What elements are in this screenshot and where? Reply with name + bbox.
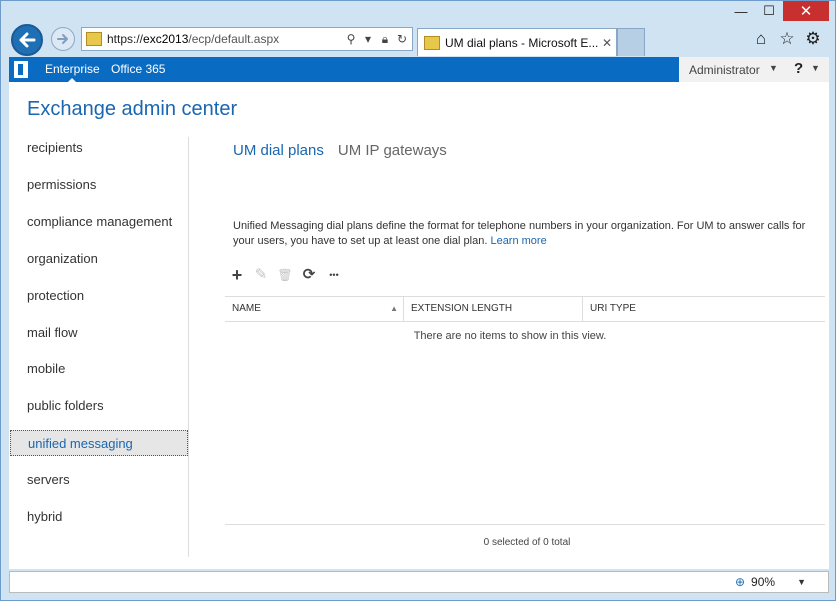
sidebar-item-permissions[interactable]: permissions	[9, 172, 189, 198]
tab-um-ip-gateways[interactable]: UM IP gateways	[338, 142, 447, 159]
sidebar-item-mobile[interactable]: mobile	[9, 356, 189, 382]
dial-plans-grid: NAME ▲ EXTENSION LENGTH URI TYPE There a…	[225, 296, 825, 342]
zoom-icon: ⊕	[734, 575, 746, 589]
close-window-button[interactable]: ✕	[783, 1, 829, 21]
user-menu[interactable]: Administrator	[689, 63, 760, 77]
browser-window: — ☐ ✕ https://exc2013/ecp/default.aspx ⚲…	[0, 0, 836, 601]
forward-arrow-icon	[57, 34, 68, 44]
more-icon[interactable]: •••	[325, 267, 343, 283]
page-title: Exchange admin center	[27, 98, 238, 120]
address-bar[interactable]: https://exc2013/ecp/default.aspx ⚲ ▾ 🔒︎ …	[81, 27, 413, 51]
home-icon[interactable]: ⌂	[751, 29, 771, 49]
grid-toolbar: + ✎ 🗑 ⟳ •••	[229, 266, 343, 284]
sort-ascending-icon: ▲	[390, 304, 398, 313]
sidebar-item-servers[interactable]: servers	[9, 467, 189, 493]
column-header-uri-type[interactable]: URI TYPE	[583, 297, 823, 321]
zoom-control[interactable]: ⊕ 90% ▼	[735, 575, 806, 589]
browser-nav-row: https://exc2013/ecp/default.aspx ⚲ ▾ 🔒︎ …	[1, 21, 836, 57]
url-text[interactable]: https://exc2013/ecp/default.aspx	[107, 32, 344, 46]
sidebar-item-mail-flow[interactable]: mail flow	[9, 320, 189, 346]
maximize-button[interactable]: ☐	[755, 1, 783, 21]
search-icon[interactable]: ⚲	[344, 32, 358, 46]
grid-header: NAME ▲ EXTENSION LENGTH URI TYPE	[225, 296, 825, 322]
forward-button[interactable]	[51, 27, 75, 51]
sidebar-item-public-folders[interactable]: public folders	[9, 393, 189, 419]
new-tab-button[interactable]	[617, 28, 645, 56]
add-icon[interactable]: +	[229, 266, 245, 284]
sidebar-item-recipients[interactable]: recipients	[9, 135, 189, 161]
refresh-page-icon[interactable]: ↻	[395, 32, 409, 46]
window-controls: — ☐ ✕	[727, 1, 829, 21]
back-button[interactable]	[11, 24, 43, 56]
description: Unified Messaging dial plans define the …	[233, 220, 806, 247]
tab-um-dial-plans[interactable]: UM dial plans	[233, 142, 324, 159]
selection-count: 0 selected of 0 total	[483, 537, 571, 548]
tab-favicon-icon	[424, 35, 440, 50]
column-header-extension-length[interactable]: EXTENSION LENGTH	[404, 297, 583, 321]
user-area: Administrator ▼ ? ▼	[679, 57, 829, 82]
learn-more-link[interactable]: Learn more	[490, 235, 546, 247]
gear-icon[interactable]: ⚙	[803, 29, 823, 49]
star-icon[interactable]: ☆	[777, 29, 797, 49]
tab-title: UM dial plans - Microsoft E...	[445, 35, 598, 50]
sidebar-divider	[188, 137, 189, 557]
tab-close-icon[interactable]: ✕	[598, 36, 616, 50]
chevron-down-icon[interactable]: ▼	[797, 577, 806, 587]
enterprise-link[interactable]: Enterprise	[45, 62, 100, 82]
chevron-down-icon[interactable]: ▾	[361, 32, 375, 46]
top-nav-bar: Enterprise Office 365 Administrator ▼ ? …	[9, 57, 829, 82]
column-header-name[interactable]: NAME ▲	[225, 297, 404, 321]
sidebar-item-organization[interactable]: organization	[9, 246, 189, 272]
minimize-button[interactable]: —	[727, 1, 755, 21]
sidebar-item-protection[interactable]: protection	[9, 283, 189, 309]
site-favicon-icon	[86, 32, 102, 46]
help-icon[interactable]: ?	[794, 60, 803, 77]
edit-icon: ✎	[254, 266, 268, 283]
sidebar-item-unified-messaging[interactable]: unified messaging	[10, 430, 188, 456]
chevron-down-icon[interactable]: ▼	[769, 63, 778, 73]
delete-icon: 🗑	[277, 268, 293, 282]
office365-link[interactable]: Office 365	[111, 62, 165, 76]
back-arrow-icon	[19, 32, 36, 48]
browser-toolbar-icons: ⌂ ☆ ⚙	[751, 29, 823, 49]
office-logo-icon	[14, 61, 28, 78]
sidebar-item-compliance-management[interactable]: compliance management	[9, 209, 189, 235]
main-tabs: UM dial plans UM IP gateways	[233, 142, 447, 159]
sidebar-item-hybrid[interactable]: hybrid	[9, 504, 189, 530]
eac-page: Enterprise Office 365 Administrator ▼ ? …	[9, 57, 829, 569]
browser-tab[interactable]: UM dial plans - Microsoft E... ✕	[417, 28, 617, 56]
empty-grid-message: There are no items to show in this view.	[413, 330, 607, 342]
lock-icon[interactable]: 🔒︎	[378, 32, 392, 47]
zoom-level: 90%	[751, 575, 776, 589]
refresh-icon[interactable]: ⟳	[301, 267, 317, 283]
browser-status-bar: ⊕ 90% ▼	[9, 571, 829, 593]
chevron-down-icon[interactable]: ▼	[811, 63, 820, 73]
grid-footer-divider	[225, 524, 825, 525]
